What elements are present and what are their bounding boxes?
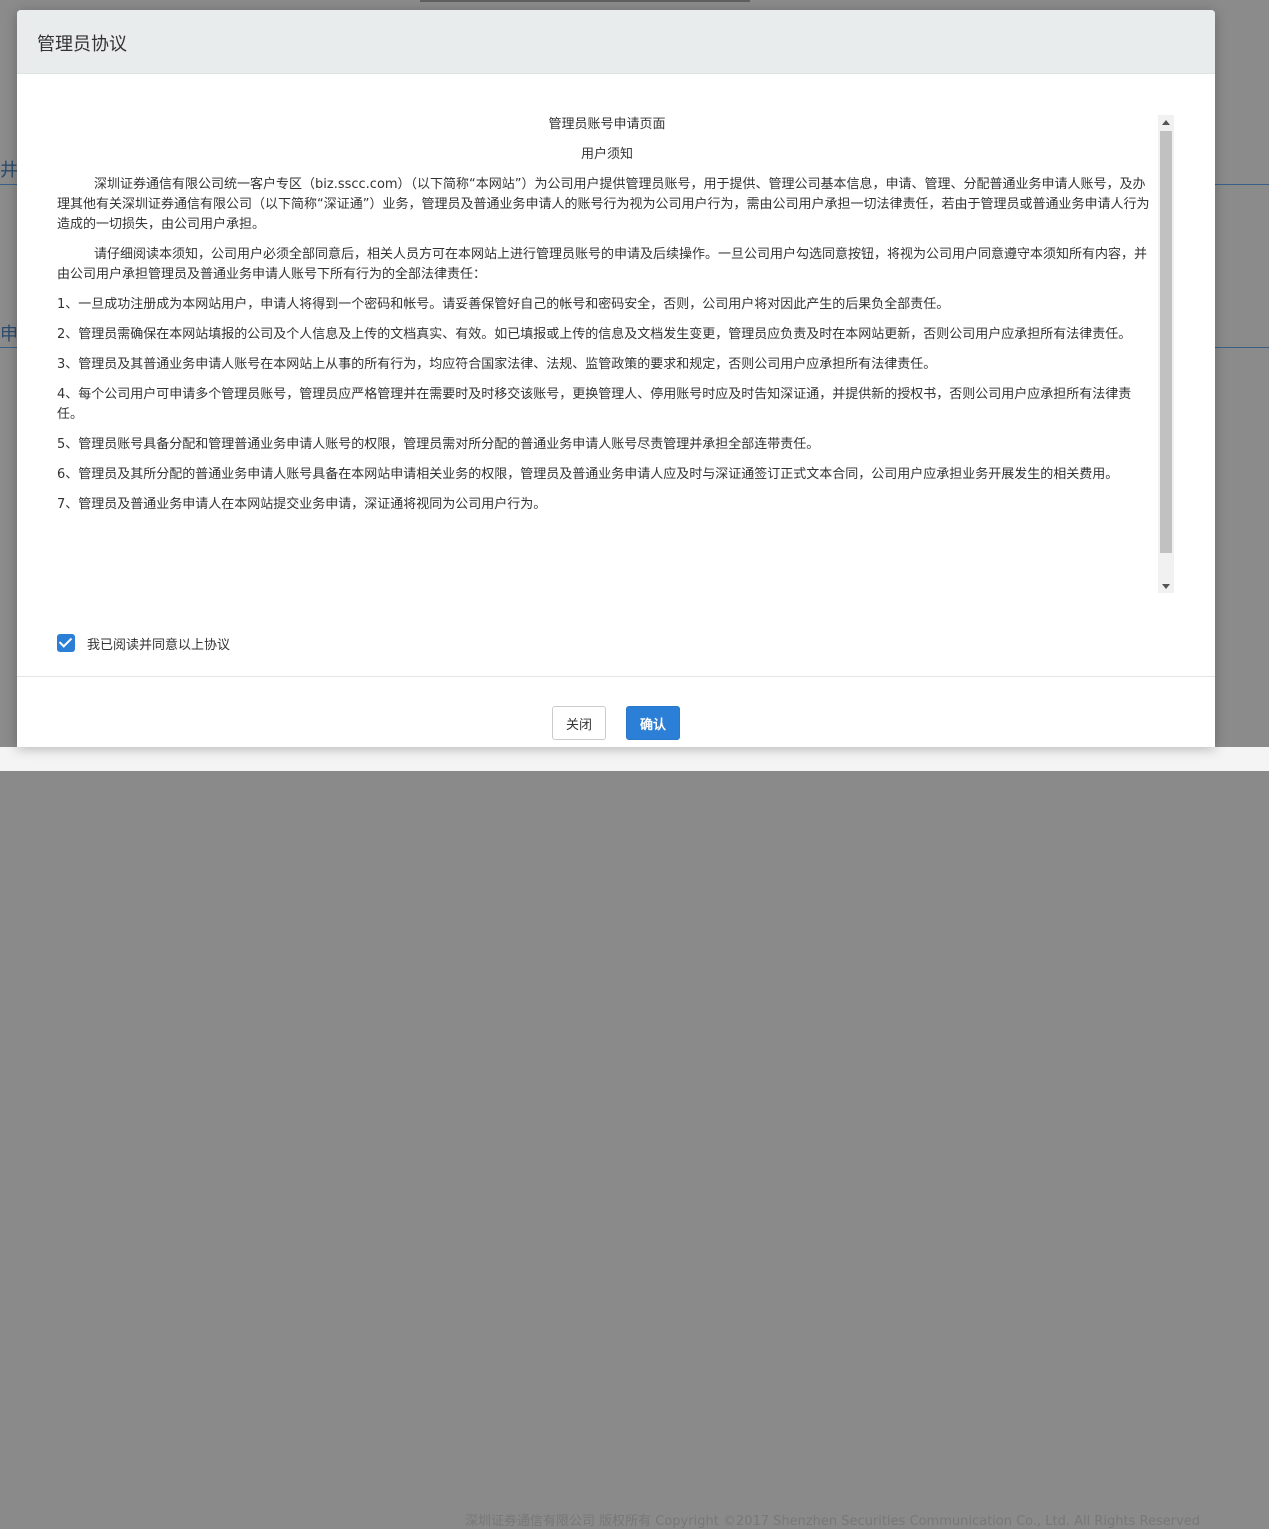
confirm-button[interactable]: 确认 (626, 706, 680, 740)
document-title: 管理员账号申请页面 (548, 117, 666, 132)
agreement-document: 管理员账号申请页面 用户须知 深圳证券通信有限公司统一客户专区（biz.sscc… (57, 115, 1157, 525)
agree-checkbox-row[interactable]: 我已阅读并同意以上协议 (57, 633, 230, 653)
agreement-item: 1、一旦成功注册成为本网站用户，申请人将得到一个密码和帐号。请妥善保管好自己的帐… (57, 297, 950, 312)
agreement-scrollbar[interactable] (1158, 115, 1174, 593)
agreement-item: 6、管理员及其所分配的普通业务申请人账号具备在本网站申请相关业务的权限，管理员及… (57, 467, 1119, 482)
agreement-paragraph: 深圳证券通信有限公司统一客户专区（biz.sscc.com）（以下简称“本网站”… (57, 177, 1150, 232)
background-divider (0, 184, 17, 185)
background-divider (1215, 184, 1269, 185)
agreement-item: 7、管理员及普通业务申请人在本网站提交业务申请，深证通将视同为公司用户行为。 (57, 497, 547, 512)
modal-header: 管理员协议 (17, 10, 1215, 74)
background-text-fragment: 井 (0, 160, 18, 181)
agreement-item: 5、管理员账号具备分配和管理普通业务申请人账号的权限，管理员需对所分配的普通业务… (57, 437, 820, 452)
scroll-up-arrow-icon[interactable] (1158, 115, 1174, 129)
agreement-item: 2、管理员需确保在本网站填报的公司及个人信息及上传的文档真实、有效。如已填报或上… (57, 327, 1132, 342)
footer-divider (17, 676, 1215, 677)
background-search-bar (420, 0, 750, 2)
background-divider (1215, 347, 1269, 348)
close-button[interactable]: 关闭 (552, 706, 606, 740)
agreement-paragraph: 请仔细阅读本须知，公司用户必须全部同意后，相关人员方可在本网站上进行管理员账号的… (57, 247, 1148, 282)
scrollbar-thumb[interactable] (1160, 131, 1172, 553)
background-footer-text: 深圳证券通信有限公司 版权所有 Copyright ©2017 Shenzhen… (465, 1514, 1201, 1529)
agreement-scroll-area[interactable]: 管理员账号申请页面 用户须知 深圳证券通信有限公司统一客户专区（biz.sscc… (57, 115, 1175, 593)
background-footer: 深圳证券通信有限公司 版权所有 Copyright ©2017 Shenzhen… (0, 747, 1269, 1529)
agreement-modal: 管理员协议 管理员账号申请页面 用户须知 深圳证券通信有限公司统一客户专区（bi… (17, 10, 1215, 747)
agreement-item: 4、每个公司用户可申请多个管理员账号，管理员应严格管理并在需要时及时移交该账号，… (57, 387, 1132, 422)
document-subtitle: 用户须知 (580, 147, 633, 162)
agree-label[interactable]: 我已阅读并同意以上协议 (87, 634, 230, 653)
modal-title: 管理员协议 (37, 34, 127, 55)
background-divider (0, 347, 17, 348)
scroll-down-arrow-icon[interactable] (1158, 579, 1174, 593)
agreement-item: 3、管理员及其普通业务申请人账号在本网站上从事的所有行为，均应符合国家法律、法规… (57, 357, 937, 372)
agree-checkbox[interactable] (57, 634, 75, 652)
